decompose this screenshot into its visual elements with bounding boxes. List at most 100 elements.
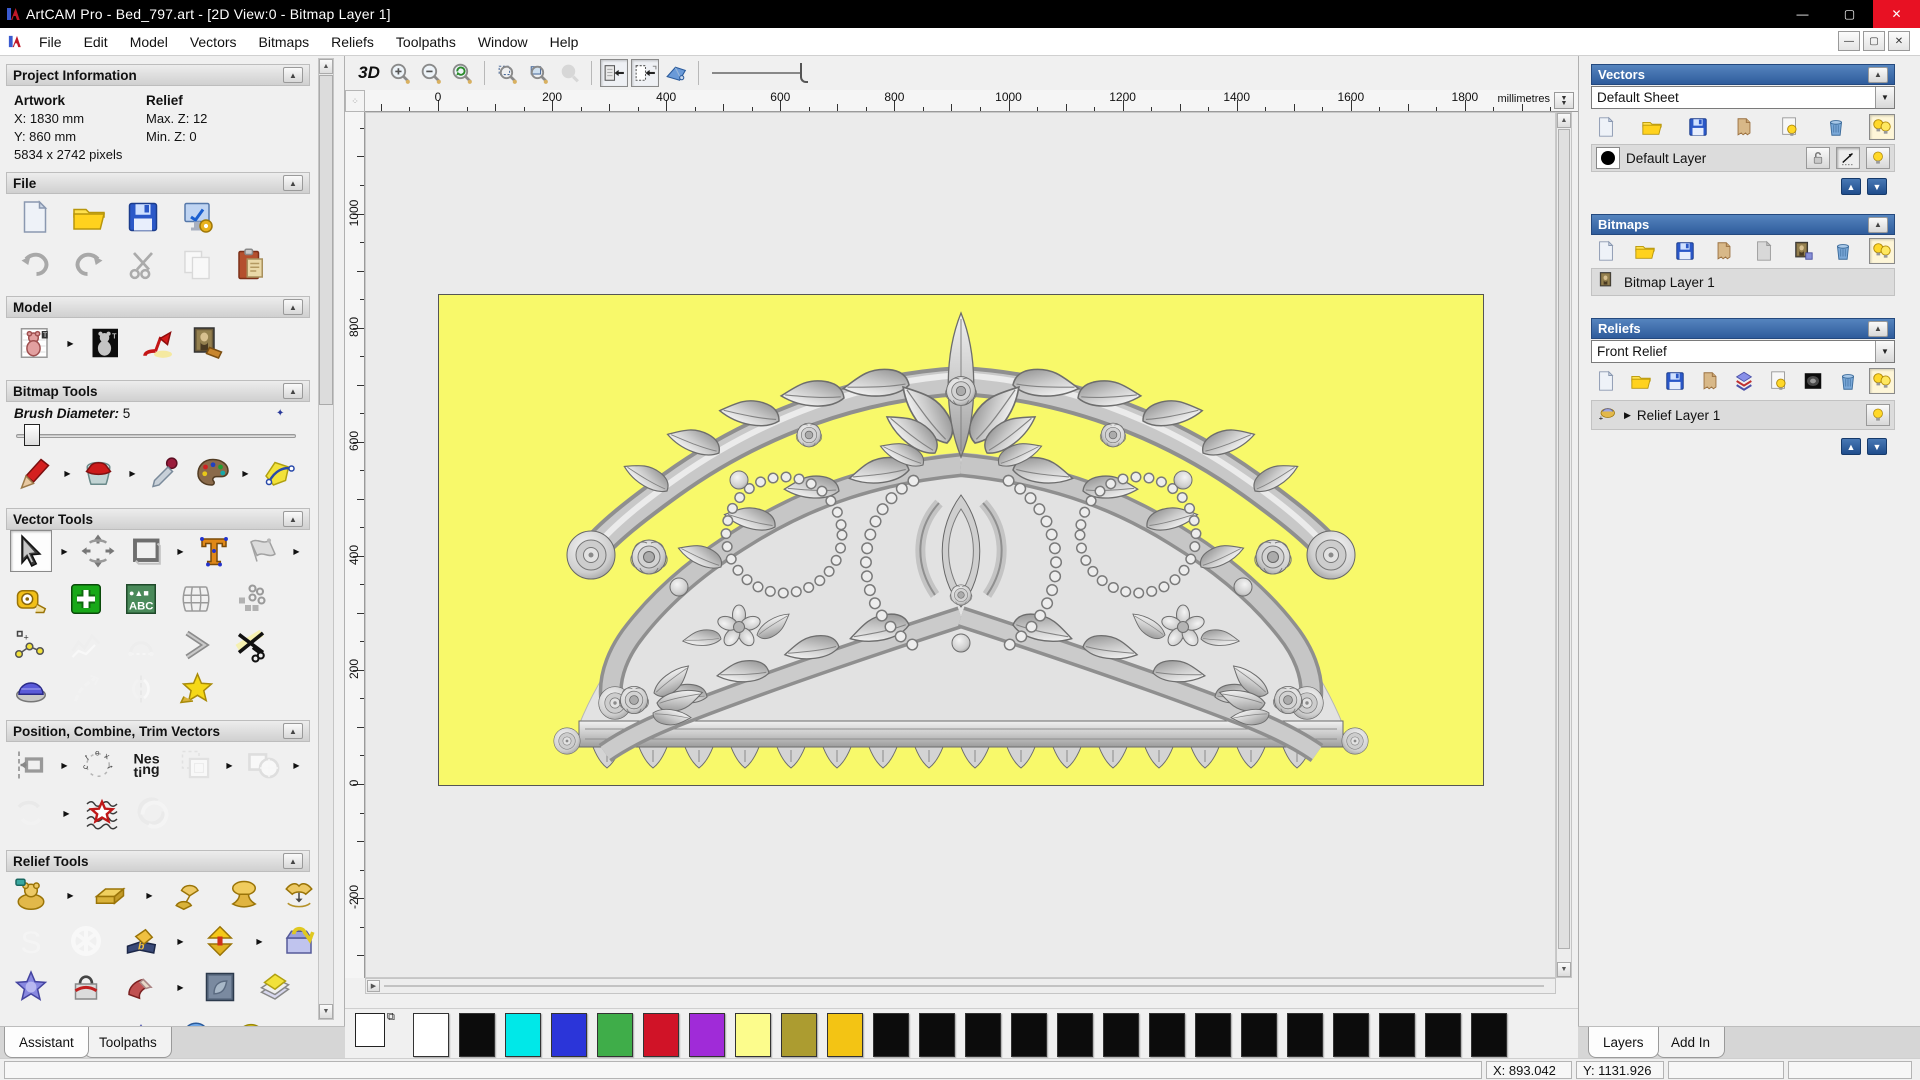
- save-vector-layer-button-icon[interactable]: [1685, 114, 1711, 140]
- minimize-button[interactable]: —: [1779, 0, 1826, 28]
- move-layer-up-icon[interactable]: ▲: [1841, 178, 1861, 195]
- face-wizard-tool-icon[interactable]: [199, 966, 241, 1008]
- delete-bitmap-layer-button-icon[interactable]: [1830, 238, 1856, 264]
- snap-edit-icon[interactable]: [1836, 147, 1860, 169]
- trim-vectors-tool-icon[interactable]: [230, 624, 272, 666]
- tab-toolpaths[interactable]: Toolpaths: [84, 1027, 172, 1058]
- menu-file[interactable]: File: [28, 30, 73, 54]
- primary-colour-swatch[interactable]: [355, 1013, 385, 1047]
- collapse-icon[interactable]: ▲: [1868, 320, 1888, 337]
- new-bitmap-layer-button-icon[interactable]: [1593, 238, 1619, 264]
- paint-tool-icon[interactable]: [14, 452, 56, 494]
- palette-swatch-6[interactable]: [689, 1013, 725, 1057]
- horizontal-scrollbar[interactable]: ▶: [365, 978, 1556, 994]
- panel-scrollbar[interactable]: ▲ ▼: [318, 58, 334, 1020]
- mdi-minimize-button[interactable]: —: [1838, 31, 1860, 51]
- merge-relief-layers-button-icon[interactable]: [1697, 368, 1723, 394]
- sphere-relief-tool-icon[interactable]: [175, 1012, 217, 1026]
- palette-swatch-5[interactable]: [643, 1013, 679, 1057]
- offset-vectors-tool-icon[interactable]: [10, 668, 52, 710]
- lighting-button-icon[interactable]: [136, 322, 178, 364]
- palette-swatch-2[interactable]: [505, 1013, 541, 1057]
- transform-vectors-tool-icon[interactable]: [77, 530, 119, 572]
- flyout-arrow-icon[interactable]: ▶: [291, 547, 302, 556]
- copy-button-icon[interactable]: [176, 244, 218, 286]
- flyout-arrow-icon[interactable]: ▶: [254, 937, 265, 946]
- measure-tool-icon[interactable]: [10, 578, 52, 620]
- save-model-button-icon[interactable]: [122, 196, 164, 238]
- menu-edit[interactable]: Edit: [73, 30, 119, 54]
- palette-swatch-16[interactable]: [1149, 1013, 1185, 1057]
- palette-swatch-23[interactable]: [1471, 1013, 1507, 1057]
- toggle-bitmap-visibility-button-icon[interactable]: [600, 59, 628, 87]
- lock-icon[interactable]: [1806, 147, 1830, 169]
- text-block-tool-icon[interactable]: ●▲■ ABC: [120, 578, 162, 620]
- collapse-icon[interactable]: ▲: [283, 67, 303, 83]
- weld-vectors-tool-icon[interactable]: [242, 744, 284, 786]
- create-star-tool-icon[interactable]: [175, 668, 217, 710]
- ruler-origin-icon[interactable]: ⁘: [345, 90, 365, 112]
- set-model-size-button-icon[interactable]: T: [14, 322, 56, 364]
- create-rectangle-tool-icon[interactable]: [126, 530, 168, 572]
- pyramid-relief-tool-icon[interactable]: [120, 1012, 162, 1026]
- undo-button-icon[interactable]: [14, 244, 56, 286]
- sculpt-relief-tool-icon[interactable]: [223, 874, 265, 916]
- palette-swatch-7[interactable]: [735, 1013, 771, 1057]
- move-layer-up-icon[interactable]: ▲: [1841, 438, 1861, 455]
- palette-swatch-0[interactable]: [413, 1013, 449, 1057]
- preview-relief-button-icon[interactable]: [662, 59, 690, 87]
- relief-layers-tool-icon[interactable]: [254, 966, 296, 1008]
- collapse-icon[interactable]: ▲: [283, 853, 303, 869]
- redo-button-icon[interactable]: [68, 244, 110, 286]
- lightbulb-icon[interactable]: [1866, 147, 1890, 169]
- palette-swatch-1[interactable]: [459, 1013, 495, 1057]
- chevron-down-icon[interactable]: ▼: [1875, 341, 1894, 362]
- new-vector-layer-button-icon[interactable]: [1593, 114, 1619, 140]
- load-relief-tool-icon[interactable]: [278, 920, 320, 962]
- layer-colour-swatch[interactable]: [1596, 147, 1620, 169]
- delete-vector-layer-button-icon[interactable]: [1823, 114, 1849, 140]
- cut-button-icon[interactable]: [122, 244, 164, 286]
- create-vector-boundary-tool-icon[interactable]: [65, 578, 107, 620]
- ruler-options-icon[interactable]: ▼ ▼: [1554, 92, 1574, 109]
- relief-greyscale-button-icon[interactable]: [1800, 368, 1826, 394]
- bitmap-to-vector-tool-icon[interactable]: [257, 452, 299, 494]
- chevron-down-icon[interactable]: ▼: [1875, 87, 1894, 108]
- envelope-distortion-tool-icon[interactable]: [242, 530, 284, 572]
- link-colours-icon[interactable]: ⧉: [387, 1011, 395, 1024]
- flyout-arrow-icon[interactable]: ▶: [175, 547, 186, 556]
- collapse-icon[interactable]: ▲: [283, 511, 303, 527]
- new-model-button-icon[interactable]: [14, 196, 56, 238]
- brush-diameter-slider[interactable]: [16, 434, 296, 438]
- zoom-previous-button-icon[interactable]: [448, 59, 476, 87]
- maximize-button[interactable]: ▢: [1826, 0, 1873, 28]
- model-properties-button-icon[interactable]: [176, 196, 218, 238]
- dome-relief-tool-icon[interactable]: [10, 1012, 52, 1026]
- toggle-layer-visibility-button-icon[interactable]: [1777, 114, 1803, 140]
- toggle-vector-visibility-button-icon[interactable]: [631, 59, 659, 87]
- palette-swatch-11[interactable]: [919, 1013, 955, 1057]
- flyout-arrow-icon[interactable]: ▶: [175, 937, 186, 946]
- palette-swatch-17[interactable]: [1195, 1013, 1231, 1057]
- collapse-icon[interactable]: ▲: [1868, 66, 1888, 83]
- fan-relief-tool-icon[interactable]: [230, 1012, 272, 1026]
- scrollbar-thumb[interactable]: [319, 75, 333, 405]
- tab-addin[interactable]: Add In: [1656, 1027, 1726, 1058]
- merge-vector-layers-button-icon[interactable]: [1731, 114, 1757, 140]
- toggle-all-reliefs-button-icon[interactable]: [1869, 368, 1895, 394]
- flyout-arrow-icon[interactable]: ▶: [59, 547, 70, 556]
- texture-relief-button-icon[interactable]: [187, 322, 229, 364]
- move-layer-down-icon[interactable]: ▼: [1867, 178, 1887, 195]
- select-vectors-tool-icon[interactable]: [10, 530, 52, 572]
- smooth-relief-tool-icon[interactable]: [168, 874, 210, 916]
- scroll-down-icon[interactable]: ▼: [1557, 962, 1571, 977]
- flyout-arrow-icon[interactable]: ▶: [61, 809, 72, 818]
- mirror-vectors-tool-icon[interactable]: [120, 668, 162, 710]
- save-bitmap-layer-button-icon[interactable]: [1672, 238, 1698, 264]
- zoom-slider[interactable]: [712, 61, 808, 85]
- distort-grid-tool-icon[interactable]: [175, 578, 217, 620]
- collapse-icon[interactable]: ▲: [283, 383, 303, 399]
- calculate-relief-tool-icon[interactable]: [10, 874, 52, 916]
- weave-relief-tool-icon[interactable]: [65, 1012, 107, 1026]
- paste-along-curve-tool-icon[interactable]: [230, 578, 272, 620]
